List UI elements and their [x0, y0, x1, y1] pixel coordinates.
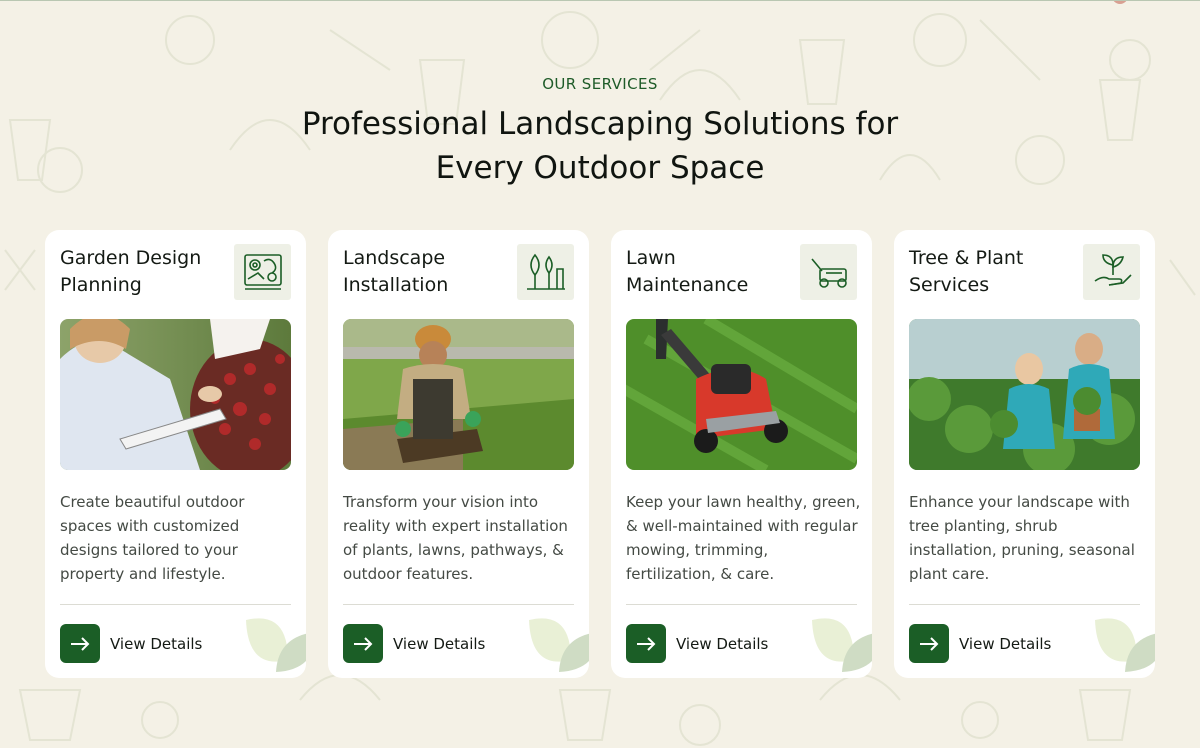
leaf-decoration-icon	[812, 618, 872, 672]
card-divider	[626, 604, 857, 605]
card-title-line: Tree & Plant	[909, 247, 1024, 269]
leaf-decoration-icon	[529, 618, 589, 672]
card-divider	[60, 604, 291, 605]
leaf-decoration-icon	[246, 618, 306, 672]
plant-hand-icon	[1083, 244, 1140, 300]
service-card-tree-plant: Tree & Plant Services Enhance your lands…	[894, 230, 1155, 678]
card-title-line: Installation	[343, 274, 449, 296]
view-details-button[interactable]: View Details	[626, 624, 768, 663]
garden-plan-icon	[234, 244, 291, 300]
card-title-line: Maintenance	[626, 274, 749, 296]
lawn-mower-icon	[800, 244, 857, 300]
card-title: Garden Design Planning	[60, 245, 230, 299]
arrow-right-icon[interactable]	[626, 624, 666, 663]
service-description: Keep your lawn healthy, green, & well-ma…	[626, 493, 861, 583]
card-title: Tree & Plant Services	[909, 245, 1079, 299]
service-description: Create beautiful outdoor spaces with cus…	[60, 493, 245, 583]
view-details-button[interactable]: View Details	[343, 624, 485, 663]
card-title: Lawn Maintenance	[626, 245, 796, 299]
service-card-lawn-maintenance: Lawn Maintenance Keep your lawn healthy,…	[611, 230, 872, 678]
service-photo	[909, 319, 1140, 470]
headline-line-1: Professional Landscaping Solutions for	[301, 106, 899, 142]
top-divider	[0, 0, 1200, 1]
arrow-right-icon[interactable]	[909, 624, 949, 663]
service-photo	[343, 319, 574, 470]
card-divider	[909, 604, 1140, 605]
card-title-line: Landscape	[343, 247, 446, 269]
card-title-line: Garden Design	[60, 247, 202, 269]
card-divider	[343, 604, 574, 605]
arrow-right-icon[interactable]	[343, 624, 383, 663]
leaf-decoration-icon	[1095, 618, 1155, 672]
service-card-landscape-installation: Landscape Installation Transform your vi…	[328, 230, 589, 678]
card-title-line: Services	[909, 274, 990, 296]
card-title: Landscape Installation	[343, 245, 513, 299]
view-details-button[interactable]: View Details	[60, 624, 202, 663]
arrow-right-icon[interactable]	[60, 624, 100, 663]
landscape-install-icon	[517, 244, 574, 300]
service-photo	[60, 319, 291, 470]
service-description: Enhance your landscape with tree plantin…	[909, 493, 1135, 583]
service-photo	[626, 319, 857, 470]
service-description: Transform your vision into reality with …	[343, 493, 568, 583]
view-details-label[interactable]: View Details	[959, 635, 1051, 653]
section-eyebrow: OUR SERVICES	[542, 75, 658, 93]
view-details-button[interactable]: View Details	[909, 624, 1051, 663]
headline-line-2: Every Outdoor Space	[435, 150, 765, 186]
view-details-label[interactable]: View Details	[110, 635, 202, 653]
service-card-garden-design: Garden Design Planning Create beautiful …	[45, 230, 306, 678]
view-details-label[interactable]: View Details	[676, 635, 768, 653]
section-headline: Professional Landscaping Solutions for E…	[0, 102, 1200, 190]
card-title-line: Lawn	[626, 247, 676, 269]
view-details-label[interactable]: View Details	[393, 635, 485, 653]
card-title-line: Planning	[60, 274, 142, 296]
